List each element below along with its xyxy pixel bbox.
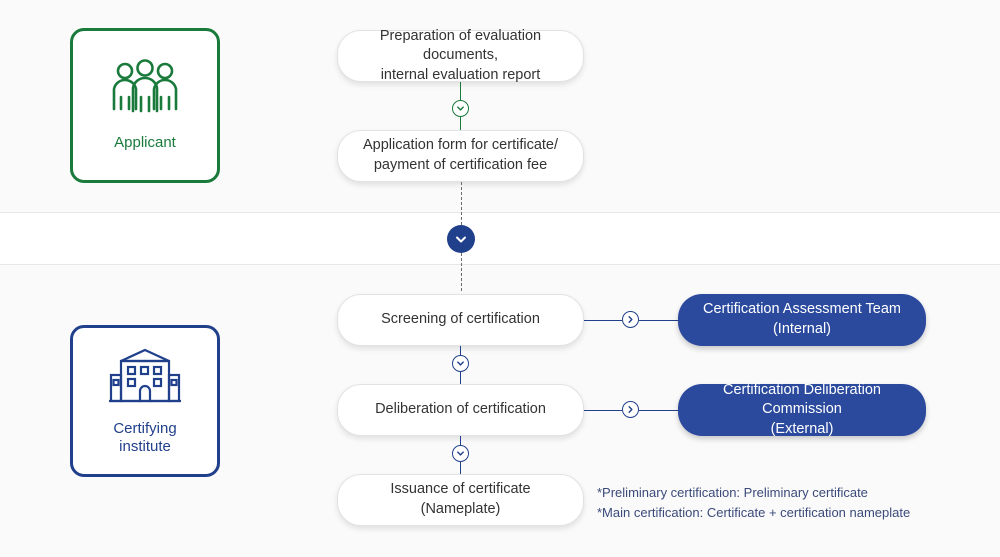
connector-step1-to-step2-lower — [460, 117, 461, 131]
connector-step1-to-step2-upper — [460, 82, 461, 100]
chevron-right-icon-commission — [622, 401, 639, 418]
process-box-step-3: Screening of certification — [337, 294, 584, 346]
node-assessment-team: Certification Assessment Team (Internal) — [678, 294, 926, 346]
building-icon — [107, 347, 183, 410]
step-3-text: Screening of certification — [381, 311, 540, 328]
connector-step4-to-commission-left — [584, 410, 622, 411]
actor-label-certifying-institute: Certifying institute — [113, 420, 176, 456]
step-1-text: Preparation of evaluation documents, inte… — [379, 27, 542, 83]
deliberation-commission-text: Certification Deliberation Commission (Ex… — [723, 381, 881, 437]
step-5-text: Issuance of certificate (Nameplate) — [390, 481, 531, 517]
assessment-team-text: Certification Assessment Team (Internal) — [703, 301, 901, 337]
connector-section-dashed-lower — [461, 253, 462, 291]
connector-step3-to-assessment-left — [584, 320, 622, 321]
step-4-text: Deliberation of certification — [375, 401, 546, 418]
actor-card-certifying-institute: Certifying institute — [70, 325, 220, 477]
connector-step3-to-step4-upper — [460, 346, 461, 355]
actor-label-line2: institute — [119, 437, 171, 455]
process-box-step-1: Preparation of evaluation documents, inte… — [337, 28, 584, 83]
people-group-icon — [108, 59, 182, 120]
actor-card-applicant: Applicant — [70, 28, 220, 183]
process-box-step-2: Application form for certificate/payment… — [337, 130, 584, 182]
connector-section-dashed — [461, 182, 462, 225]
footnote-2: *Main certification: Certificate + certi… — [597, 505, 911, 521]
actor-label-applicant: Applicant — [114, 134, 176, 151]
footnote-1: *Preliminary certification: Preliminary … — [597, 485, 868, 500]
connector-step4-to-commission-right — [639, 410, 679, 411]
connector-step4-to-step5-upper — [460, 436, 461, 445]
node-deliberation-commission: Certification Deliberation Commission (Ex… — [678, 382, 926, 437]
chevron-down-icon-section — [447, 225, 475, 253]
connector-step3-to-assessment-right — [639, 320, 679, 321]
footnotes: *Preliminary certification: Preliminary … — [597, 483, 937, 523]
process-box-step-5: Issuance of certificate (Nameplate) — [337, 474, 584, 526]
chevron-down-icon-step4-step5 — [452, 445, 469, 462]
chevron-right-icon-assessment — [622, 311, 639, 328]
actor-label-line1: Certifying — [113, 419, 177, 437]
process-box-step-4: Deliberation of certification — [337, 384, 584, 436]
chevron-down-icon-step1-step2 — [452, 100, 469, 117]
chevron-down-icon-step3-step4 — [452, 355, 469, 372]
step-2-text: Application form for certificate/payment… — [362, 137, 559, 173]
flowchart-canvas: Applicant Certifying institute Preparati… — [0, 0, 1000, 557]
